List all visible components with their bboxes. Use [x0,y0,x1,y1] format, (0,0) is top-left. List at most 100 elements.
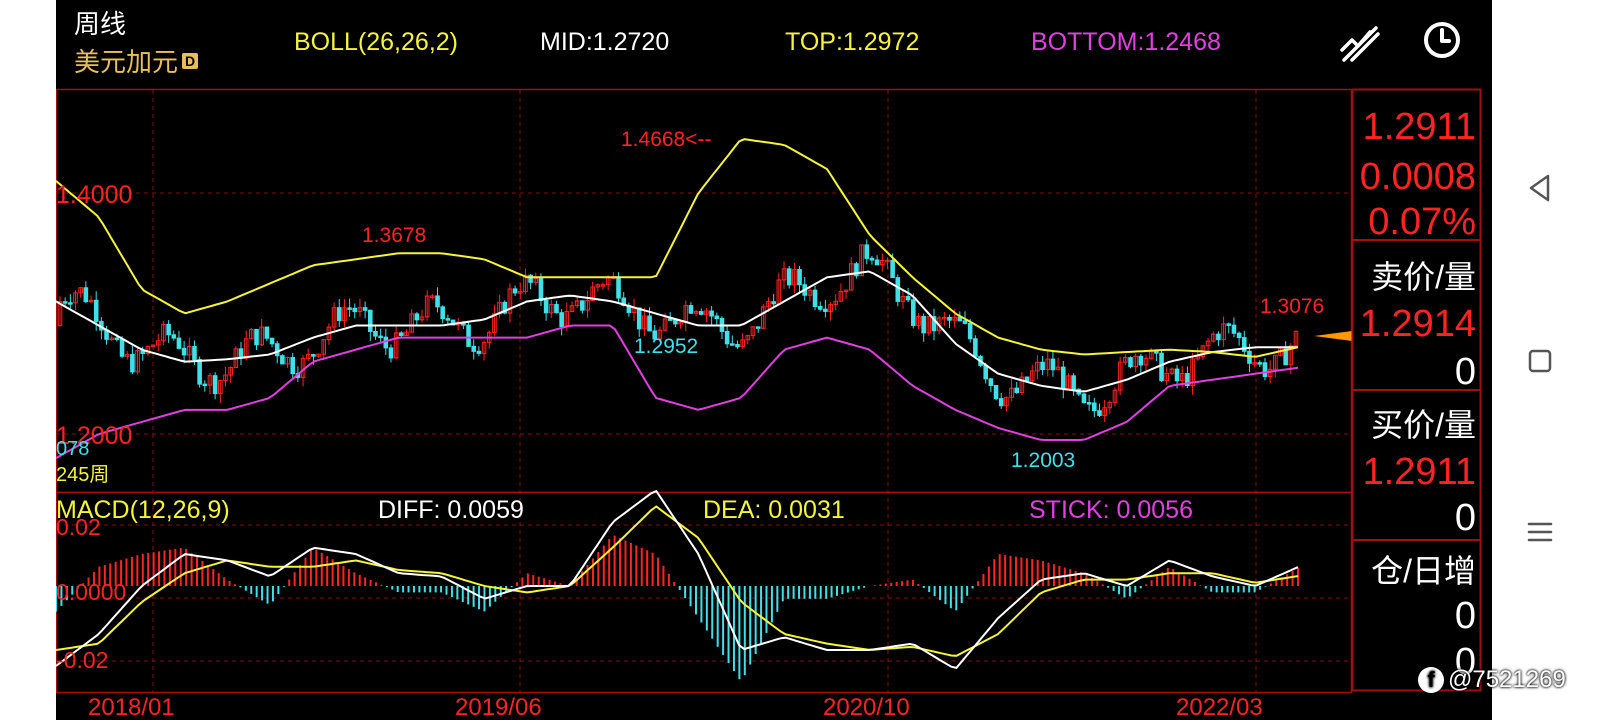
candle-body [476,350,482,354]
low-price-annotation: 1.2003 [1011,449,1075,472]
candle-body [864,244,870,259]
candle-body [269,337,275,345]
candle-body [93,299,99,322]
candle-body [1257,362,1263,365]
candle-body [905,295,911,301]
candle-body [797,269,802,286]
candle-body [874,259,880,266]
macd-y-tick-label: -0.02 [56,647,108,673]
watermark: f @7521269 [1418,666,1566,694]
candle-body [730,343,735,346]
home-icon[interactable] [1520,341,1560,381]
candle-body [698,311,704,315]
candle-body [1138,355,1144,366]
candle-body [192,346,197,361]
candle-body [890,259,895,279]
candle-body [554,304,559,314]
left-value-label: 078 [56,438,89,460]
chart-grid [56,88,1353,694]
y-tick-label: 1.4000 [56,181,132,209]
last-price: 1.2911 [1363,106,1476,148]
x-tick-label: 2018/01 [88,694,175,720]
price-annotation: 1.3678 [362,224,426,247]
candle-body [647,315,652,332]
x-tick-label: 2020/10 [823,694,910,720]
candle-body [166,323,171,336]
candle-body [445,318,451,321]
candle-body [176,337,182,349]
candle-body [68,302,73,305]
candle-body [993,385,999,400]
macd-dea-value: DEA: 0.0031 [703,496,845,524]
back-icon[interactable] [1520,168,1560,208]
price-annotation: 1.3076 [1260,295,1324,318]
menu-icon[interactable] [1520,512,1560,552]
candle-body [1216,333,1221,341]
candle-body [62,301,68,304]
open-interest-title: 仓/日增 [1371,553,1476,589]
candle-body [197,359,202,385]
macd-indicator-label[interactable]: MACD(12,26,9) [56,496,230,524]
candle-body [911,299,916,326]
candle-body [1040,361,1045,371]
chart-canvas[interactable]: 1.4000 1.2000 078 245周 1.4668<-- 1.3678 … [56,0,1492,720]
candle-body [212,375,218,395]
boll-bands-layer [56,138,1299,459]
candle-body [119,338,125,357]
left-period-label: 245周 [56,464,109,486]
candle-body [988,378,994,387]
candle-body [580,300,585,311]
candle-body [171,334,177,339]
open-interest-value: 0 [1455,595,1476,637]
last-price-marker [1314,331,1352,341]
candle-body [471,345,477,352]
candle-body [512,288,518,294]
candle-body [1050,358,1056,371]
macd-y-tick-label: 0.0000 [56,579,126,605]
candle-body [1128,357,1133,368]
candle-body [538,278,544,302]
price-change-percent: 0.07% [1368,201,1476,243]
candle-body [543,300,549,314]
candle-body [378,335,383,339]
candle-body [983,364,989,380]
candle-body [688,305,694,314]
candle-body [559,312,564,328]
candle-body [921,316,926,334]
ask-title: 卖价/量 [1371,259,1476,295]
quote-panel: 1.2911 0.0008 0.07% 卖价/量 1.2914 0 买价/量 1… [1351,88,1482,692]
chart-app: 周线 美元加元 D BOLL(26,26,2) MID:1.2720 TOP:1… [56,0,1492,720]
candle-body [962,320,968,324]
candle-body [373,330,378,337]
candle-body [114,337,120,341]
candle-body [336,307,342,321]
candle-body [388,347,394,359]
system-nav-bar [1492,0,1600,720]
bid-price: 1.2911 [1363,451,1476,493]
candle-body [1024,376,1030,382]
candle-body [130,353,135,373]
candle-body [1174,368,1180,382]
macd-stick-value: STICK: 0.0056 [1029,496,1193,524]
candle-body [1092,402,1097,412]
candle-body [399,332,404,336]
candle-body [967,322,973,340]
candle-body [1236,332,1242,339]
facebook-icon: f [1418,667,1444,693]
candle-body [311,354,316,357]
candle-body [869,257,875,261]
candle-body [771,301,776,305]
high-price-annotation: 1.4668<-- [621,128,711,151]
candle-body [636,307,642,330]
bid-volume: 0 [1455,497,1476,539]
candle-body [616,276,621,299]
candle-body [414,313,420,321]
ask-price: 1.2914 [1360,303,1476,345]
candle-body [973,338,978,357]
candle-body [823,308,828,312]
candle-body [367,309,373,332]
candle-body [435,295,440,308]
candle-body [254,328,259,346]
candle-body [735,343,740,348]
candle-body [709,310,714,317]
